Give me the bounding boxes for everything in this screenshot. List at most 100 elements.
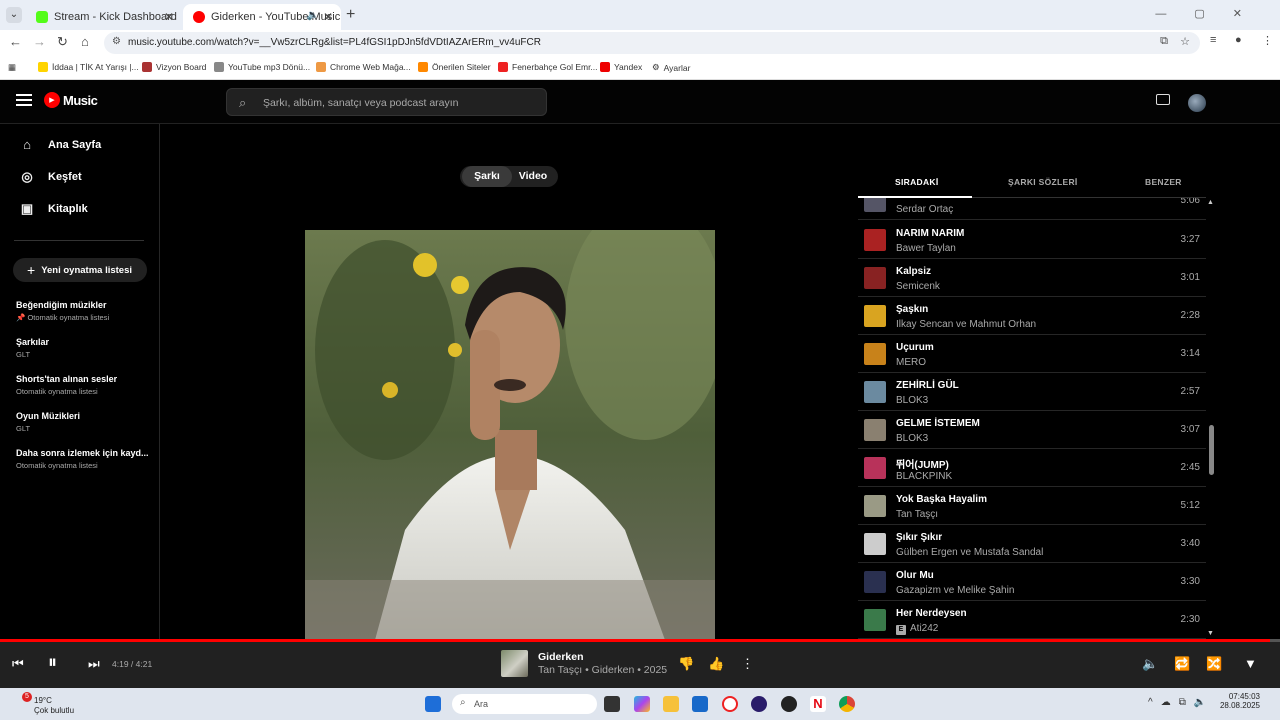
queue-item[interactable]: 뛰어(JUMP) BLACKPINK 2:45 bbox=[858, 449, 1206, 487]
bookmark-chrome-store[interactable]: Chrome Web Mağa... bbox=[316, 62, 411, 72]
youtube-music-logo[interactable]: ▶ Music bbox=[44, 92, 98, 108]
playlist-item[interactable]: Beğendiğim müzikler 📌 Otomatik oynatma l… bbox=[16, 300, 151, 322]
forward-icon[interactable]: → bbox=[33, 34, 46, 49]
next-icon[interactable]: ⏭ bbox=[88, 656, 100, 672]
more-options-icon[interactable]: ⋮ bbox=[741, 656, 754, 672]
queue-item[interactable]: ZEHİRLİ GÜL BLOK3 2:57 bbox=[858, 373, 1206, 411]
tab-up-next[interactable]: SIRADAKİ bbox=[895, 177, 939, 187]
apps-icon[interactable]: ▦ bbox=[8, 62, 16, 73]
queue-item[interactable]: Şaşkın Ilkay Sencan ve Mahmut Orhan 2:28 bbox=[858, 297, 1206, 335]
sidebar-item-home[interactable]: ⌂ Ana Sayfa bbox=[0, 130, 158, 160]
queue-item[interactable]: Şıkır Şıkır Gülben Ergen ve Mustafa Sand… bbox=[858, 525, 1206, 563]
bookmark-suggested[interactable]: Önerilen Siteler bbox=[418, 62, 491, 72]
speaker-icon[interactable]: 🔈 bbox=[307, 10, 319, 21]
bookmark-yandex[interactable]: Yandex bbox=[600, 62, 642, 72]
profile-icon[interactable]: ● bbox=[1235, 34, 1242, 46]
previous-icon[interactable]: ⏮ bbox=[12, 656, 24, 672]
home-browser-icon[interactable]: ⌂ bbox=[81, 34, 89, 49]
back-icon[interactable]: ← bbox=[9, 34, 22, 49]
playlist-item[interactable]: Daha sonra izlemek için kayd... Otomatik… bbox=[16, 448, 151, 470]
reading-list-icon[interactable]: ≡ bbox=[1210, 34, 1216, 46]
queue-scroll-thumb[interactable] bbox=[1209, 425, 1214, 475]
time-display: 4:19 / 4:21 bbox=[112, 659, 153, 669]
queue-item[interactable]: GELME İSTEMEM BLOK3 3:07 bbox=[858, 411, 1206, 449]
like-icon[interactable]: 👍 bbox=[708, 656, 724, 672]
shuffle-icon[interactable]: 🔀 bbox=[1206, 656, 1222, 672]
player-bar: ⏮ ⏸ ⏭ 4:19 / 4:21 Giderken Tan Taşçı • G… bbox=[0, 642, 1280, 688]
queue-item[interactable]: Uçurum MERO 3:14 bbox=[858, 335, 1206, 373]
queue-item[interactable]: Olur Mu Gazapizm ve Melike Şahin 3:30 bbox=[858, 563, 1206, 601]
cast-icon[interactable] bbox=[1156, 94, 1170, 105]
bookmarks-bar: ▦ İddaa | TİK At Yarışı |... Vizyon Boar… bbox=[0, 56, 1280, 80]
account-avatar[interactable] bbox=[1188, 94, 1206, 112]
new-tab-button[interactable]: + bbox=[346, 6, 355, 24]
bookmark-mp3[interactable]: YouTube mp3 Dönü... bbox=[214, 62, 310, 72]
now-playing-thumbnail[interactable] bbox=[501, 650, 528, 677]
volume-icon[interactable]: 🔈 bbox=[1142, 656, 1158, 672]
playlist-item[interactable]: Oyun Müzikleri GLT bbox=[16, 411, 151, 433]
home-icon: ⌂ bbox=[23, 137, 31, 152]
hamburger-menu-icon[interactable] bbox=[16, 94, 32, 106]
task-view-icon[interactable] bbox=[604, 696, 620, 712]
search-input[interactable] bbox=[263, 94, 533, 112]
window-controls[interactable]: —▢✕ bbox=[1155, 7, 1270, 20]
queue-thumbnail bbox=[864, 267, 886, 289]
browser-tab-youtube-music[interactable]: Giderken - YouTube Music 🔈 ✕ bbox=[183, 4, 341, 30]
queue-item[interactable]: Her Nerdeysen E Ati242 2:30 bbox=[858, 601, 1206, 639]
address-bar[interactable]: ⚙ music.youtube.com/watch?v=__Vw5zrCLRg&… bbox=[104, 32, 1200, 54]
browser-tab-kick[interactable]: Stream - Kick Dashboard ✕ bbox=[26, 4, 182, 30]
clock[interactable]: 07:45:03 28.08.2025 bbox=[1200, 692, 1260, 710]
playlist-item[interactable]: Şarkılar GLT bbox=[16, 337, 151, 359]
browser-menu-icon[interactable]: ⋮ bbox=[1262, 34, 1273, 47]
sidebar-item-explore[interactable]: ◎ Keşfet bbox=[0, 162, 158, 192]
bookmark-iddaa[interactable]: İddaa | TİK At Yarışı |... bbox=[38, 62, 139, 72]
tab-title: Stream - Kick Dashboard bbox=[54, 11, 177, 23]
dislike-icon[interactable]: 👎 bbox=[678, 656, 694, 672]
tab-related[interactable]: BENZER bbox=[1145, 177, 1182, 187]
file-explorer-icon[interactable] bbox=[663, 696, 679, 712]
queue-scrollbar[interactable] bbox=[1208, 198, 1214, 640]
browser-tab-bar: ⌄ Stream - Kick Dashboard ✕ Giderken - Y… bbox=[0, 0, 1280, 30]
steam-icon[interactable] bbox=[781, 696, 797, 712]
site-info-icon[interactable]: ⚙ bbox=[112, 36, 121, 47]
bookmark-fenerbahce[interactable]: Fenerbahçe Gol Emr... bbox=[498, 62, 598, 72]
app-24-icon[interactable] bbox=[751, 696, 767, 712]
scroll-down-icon[interactable]: ▼ bbox=[1207, 630, 1214, 637]
expand-player-icon[interactable]: ▼ bbox=[1244, 656, 1257, 671]
queue-item[interactable]: Serdar Ortaç 5:06 bbox=[858, 198, 1206, 220]
now-playing-subtitle[interactable]: Tan Taşçı • Giderken • 2025 bbox=[538, 664, 667, 676]
install-app-icon[interactable]: ⧉ bbox=[1160, 35, 1168, 48]
tab-lyrics[interactable]: ŞARKI SÖZLERİ bbox=[1008, 177, 1078, 187]
reload-icon[interactable]: ↻ bbox=[57, 34, 68, 50]
netflix-icon[interactable]: N bbox=[810, 696, 826, 712]
tab-search-button[interactable]: ⌄ bbox=[6, 7, 22, 23]
queue-item[interactable]: Kalpsiz Semicenk 3:01 bbox=[858, 259, 1206, 297]
bookmark-settings[interactable]: ⚙ Ayarlar bbox=[652, 62, 690, 73]
repeat-icon[interactable]: 🔁 bbox=[1174, 656, 1190, 672]
queue-item[interactable]: NARIM NARIM Bawer Taylan 3:27 bbox=[858, 221, 1206, 259]
windows-start-icon[interactable] bbox=[425, 696, 441, 712]
scroll-up-icon[interactable]: ▲ bbox=[1207, 199, 1214, 206]
pause-icon[interactable]: ⏸ bbox=[48, 652, 57, 673]
queue-item[interactable]: Yok Başka Hayalim Tan Taşçı 5:12 bbox=[858, 487, 1206, 525]
store-icon[interactable] bbox=[692, 696, 708, 712]
compass-icon: ◎ bbox=[21, 169, 33, 184]
chrome-icon[interactable] bbox=[839, 696, 855, 712]
new-playlist-button[interactable]: + Yeni oynatma listesi bbox=[13, 258, 147, 282]
taskbar-search[interactable]: ⌕ Ara bbox=[452, 694, 597, 714]
close-tab-icon[interactable]: ✕ bbox=[323, 10, 333, 24]
song-toggle-button[interactable]: Şarkı bbox=[462, 166, 512, 187]
now-playing-title[interactable]: Giderken bbox=[538, 651, 584, 663]
library-icon: ▣ bbox=[20, 201, 34, 216]
search-box[interactable]: ⌕ bbox=[226, 88, 547, 116]
playlist-item[interactable]: Shorts'tan alınan sesler Otomatik oynatm… bbox=[16, 374, 151, 396]
browser-nav-bar: ← → ↻ ⌂ ⚙ music.youtube.com/watch?v=__Vw… bbox=[0, 30, 1280, 56]
sidebar-item-library[interactable]: ▣ Kitaplık bbox=[0, 194, 158, 224]
video-toggle-button[interactable]: Video bbox=[510, 166, 556, 187]
youtube-music-icon bbox=[193, 11, 205, 23]
opera-icon[interactable] bbox=[722, 696, 738, 712]
copilot-icon[interactable] bbox=[634, 696, 650, 712]
bookmark-vizyon[interactable]: Vizyon Board bbox=[142, 62, 206, 72]
close-tab-icon[interactable]: ✕ bbox=[164, 10, 174, 24]
bookmark-star-icon[interactable]: ☆ bbox=[1180, 35, 1190, 48]
